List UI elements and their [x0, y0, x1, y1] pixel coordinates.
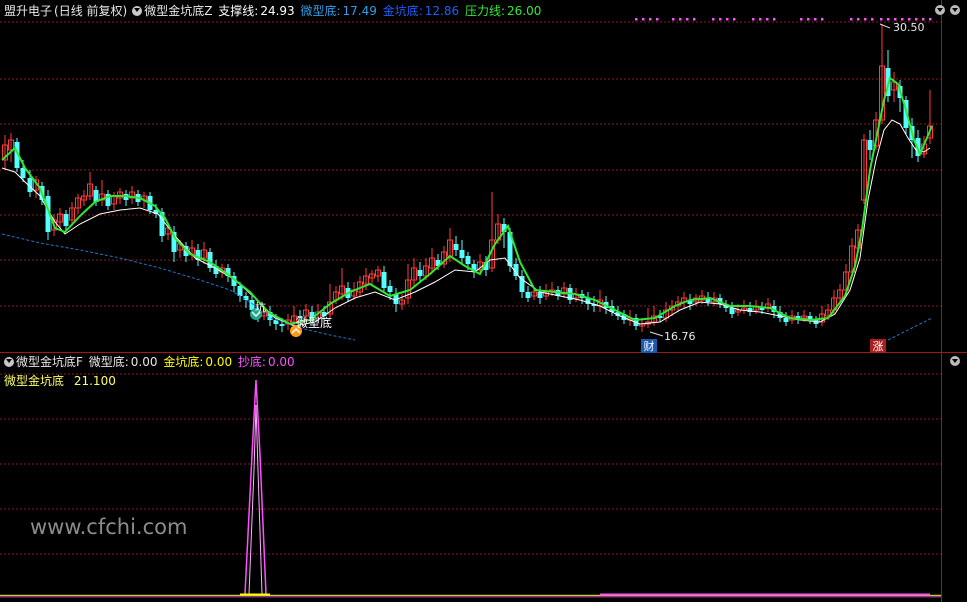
micro-bottom-label: 微型底:	[300, 4, 341, 18]
signal-dot	[712, 18, 715, 21]
candle-body-down	[729, 308, 735, 314]
support-dashed-line-right	[887, 317, 933, 341]
signal-dot	[766, 18, 769, 21]
signal-dot	[719, 18, 722, 21]
candle-body-down	[381, 272, 387, 288]
indicator-dropdown-icon[interactable]	[132, 6, 143, 16]
signal-dot	[726, 18, 729, 21]
candle-body-down	[63, 214, 69, 226]
signal-dot	[672, 18, 675, 21]
candle-body-down	[20, 168, 26, 178]
signal-dot	[752, 18, 755, 21]
chaodi-spike-inner	[248, 404, 263, 595]
panel-collapse-icon[interactable]	[935, 5, 945, 15]
pit-bottom-label: 金坑底:	[382, 4, 423, 18]
signal-dot	[864, 18, 867, 21]
zhang-badge-text: 涨	[873, 340, 884, 353]
signal-dot	[871, 18, 874, 21]
pressure-label: 压力线:	[464, 4, 506, 18]
candle-body-down	[279, 324, 285, 326]
low-price-label: 16.76	[664, 330, 696, 343]
low-pointer	[649, 331, 664, 337]
candle-body-down	[783, 318, 789, 322]
signal-dot	[857, 18, 860, 21]
signal-dot	[686, 18, 689, 21]
indicator-name[interactable]: 微型金坑底Z	[144, 4, 212, 18]
signal-dot	[929, 18, 932, 21]
sub-indicator-name[interactable]: 微型金坑底F	[16, 355, 83, 369]
sub-micro-label: 微型底:	[88, 355, 129, 369]
main-panel-header: 盟升电子 (日线 前复权) 微型金坑底Z 支撑线: 24.93 微型底: 17.49 金…	[4, 3, 543, 19]
candle-body-down	[867, 140, 873, 150]
sub-micro-value: 0.00	[130, 355, 158, 369]
candle-body-down	[459, 250, 465, 258]
signal-dot	[800, 18, 803, 21]
candle-body-down	[417, 270, 423, 276]
watermark: www.cfchi.com	[30, 515, 188, 539]
candle-body-down	[237, 286, 243, 296]
support-white-line	[1, 119, 931, 327]
signal-dot	[693, 18, 696, 21]
signal-dot	[733, 18, 736, 21]
signal-dot	[773, 18, 776, 21]
support-label: 支撑线:	[218, 4, 259, 18]
signal-dot	[635, 18, 638, 21]
chart-canvas: 30.50 16.76 微型底 坑财 涨	[0, 0, 967, 602]
signal-dot	[656, 18, 659, 21]
sub-pit-label: 金坑底:	[163, 355, 204, 369]
sub-panel-header: 微型金坑底F 微型底: 0.00 金坑底: 0.00 抄底: 0.00	[4, 354, 297, 370]
signal-dot	[814, 18, 817, 21]
sub-chaodi-label: 抄底:	[237, 355, 266, 369]
signal-dot	[759, 18, 762, 21]
signal-dot	[887, 18, 890, 21]
panel-close-icon[interactable]	[950, 5, 960, 15]
candle-body-down	[387, 286, 393, 292]
formula-value: 21.100	[73, 374, 116, 388]
sub-panel-close-icon[interactable]	[950, 356, 960, 366]
sub-chaodi-value: 0.00	[267, 355, 295, 369]
candle-body-down	[525, 292, 531, 298]
micro-bottom-value: 17.49	[342, 4, 377, 18]
micro-bottom-mark: 微型底	[296, 315, 332, 330]
candle-body-down	[453, 244, 459, 250]
candle-body-down	[537, 292, 543, 298]
signal-dot	[642, 18, 645, 21]
pit-bottom-mark: 坑	[255, 300, 266, 314]
signal-dot	[807, 18, 810, 21]
support-value: 24.93	[260, 4, 295, 18]
candle-body-down	[465, 256, 471, 264]
stock-title[interactable]: 盟升电子	[4, 4, 52, 18]
period-label[interactable]: (日线 前复权)	[54, 4, 127, 18]
signal-dot	[821, 18, 824, 21]
signal-dot	[850, 18, 853, 21]
pressure-value: 26.00	[507, 4, 542, 18]
pit-bottom-value: 12.86	[424, 4, 460, 18]
signal-dot	[880, 18, 883, 21]
formula-name: 微型金坑底	[4, 374, 65, 388]
cai-badge-text: 财	[644, 339, 655, 353]
formula-readout: 微型金坑底 21.100	[4, 373, 118, 389]
sub-indicator-dropdown-icon[interactable]	[4, 357, 14, 367]
sub-pit-value: 0.00	[205, 355, 233, 369]
signal-dot	[679, 18, 682, 21]
ma-green-line	[1, 76, 933, 326]
high-price-label: 30.50	[893, 21, 925, 34]
signal-dot	[649, 18, 652, 21]
